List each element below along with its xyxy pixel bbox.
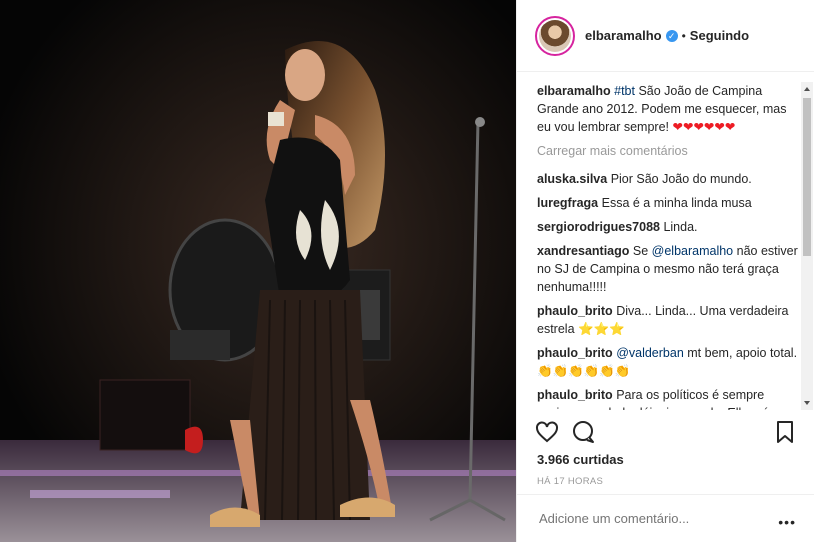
comment-item: xandresantiago Se @elbaramalho não estiv… [537,242,799,296]
more-options-button[interactable]: ••• [778,514,796,530]
comment-item: phaulo_brito Diva... Linda... Uma verdad… [537,302,799,338]
load-more-comments-button[interactable]: Carregar mais comentários [537,142,799,160]
add-comment-bar [517,494,814,542]
comment-item: phaulo_brito @valderban mt bem, apoio to… [537,344,799,380]
stage-performer-image [0,0,516,542]
comment-item: luregfraga Essa é a minha linda musa [537,194,799,212]
comment-text: Linda. [663,220,698,234]
heart-outline-icon[interactable] [535,420,559,449]
comment-username[interactable]: luregfraga [537,196,598,210]
comment-item: aluska.silva Pior São João do mundo. [537,170,799,188]
comment-username[interactable]: phaulo_brito [537,388,613,402]
scroll-up-arrow-icon[interactable] [804,87,810,91]
comment-text: Pior São João do mundo. [610,172,752,186]
comment-text: Essa é a minha linda musa [601,196,752,210]
likes-count[interactable]: 3.966 curtidas [537,452,624,467]
caption: elbaramalho #tbt São João de Campina Gra… [537,82,799,136]
post-timestamp[interactable]: HÁ 17 HORAS [537,476,603,487]
post-photo[interactable] [0,0,516,542]
scroll-down-arrow-icon[interactable] [804,401,810,405]
scrollbar-thumb[interactable] [803,98,811,256]
verified-badge-icon: ✓ [665,29,678,42]
avatar[interactable] [535,15,575,56]
action-bar [535,420,797,446]
comment-text-prefix: Se [632,244,649,258]
comment-username[interactable]: phaulo_brito [537,346,613,360]
separator-dot: • [681,28,686,43]
add-comment-input[interactable] [537,510,761,527]
mention-link[interactable]: @elbaramalho [652,244,733,258]
comments-list[interactable]: elbaramalho #tbt São João de Campina Gra… [537,82,799,410]
comment-username[interactable]: aluska.silva [537,172,607,186]
heart-emoji: ❤❤❤❤❤❤ [672,120,736,134]
following-button[interactable]: Seguindo [690,28,749,43]
comment-username[interactable]: sergiorodrigues7088 [537,220,660,234]
caption-username[interactable]: elbaramalho [537,84,611,98]
mention-link[interactable]: @valderban [616,346,684,360]
bookmark-icon[interactable] [775,420,795,449]
hashtag-link[interactable]: #tbt [614,84,635,98]
comment-bubble-icon[interactable] [571,420,595,449]
header-username[interactable]: elbaramalho [585,28,662,43]
comments-scrollbar[interactable] [801,82,813,410]
comment-username[interactable]: phaulo_brito [537,304,613,318]
post-header: elbaramalho ✓ • Seguindo [517,0,814,72]
comment-username[interactable]: xandresantiago [537,244,629,258]
post-side-panel: elbaramalho ✓ • Seguindo elbaramalho #tb… [516,0,814,542]
comment-item: phaulo_brito Para os políticos é sempre … [537,386,799,410]
comment-item: sergiorodrigues7088 Linda. [537,218,799,236]
